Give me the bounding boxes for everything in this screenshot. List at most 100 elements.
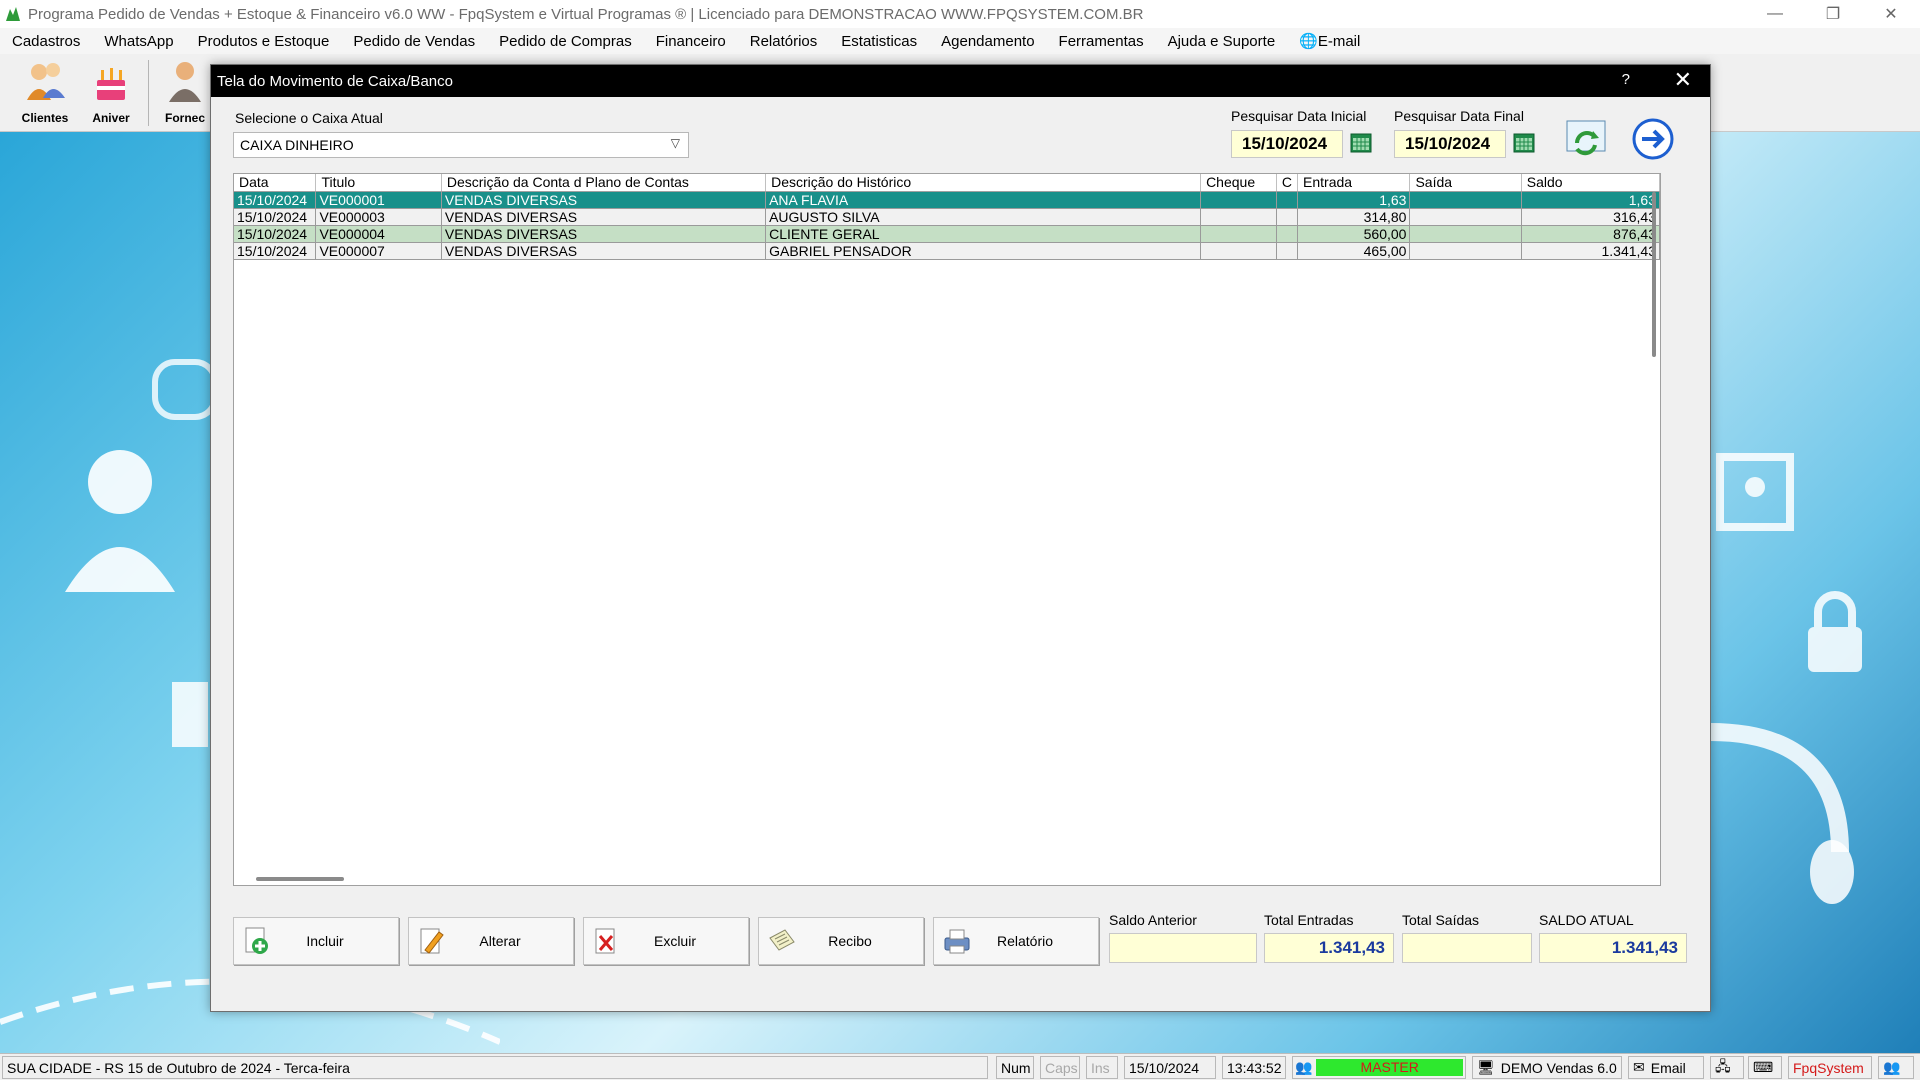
calendar-icon [172,682,208,747]
data-inicial-label: Pesquisar Data Inicial [1231,108,1367,124]
padlock-icon [1808,591,1862,672]
status-email[interactable]: ✉ Email [1628,1056,1704,1079]
cell-entrada: 1,63 [1297,191,1411,209]
users-icon[interactable]: 👥 [1878,1056,1914,1079]
vertical-scrollbar[interactable] [1652,192,1656,357]
arrow-right-icon[interactable] [1631,117,1675,161]
menu-ferramentas[interactable]: Ferramentas [1047,33,1156,50]
status-version: 🖥 DEMO Vendas 6.0 [1472,1056,1622,1079]
col-header-cheque[interactable]: Cheque [1200,174,1277,192]
network-icon[interactable]: 🖧 [1710,1056,1744,1079]
cell-titulo: VE000001 [315,191,442,209]
relatorio-button[interactable]: Relatório [933,917,1099,965]
cell-historico: ANA FLAVIA [765,191,1202,209]
cell-saldo: 876,43 [1521,225,1660,243]
col-header-conta[interactable]: Descrição da Conta d Plano de Contas [441,174,767,192]
photo-frame-icon [1716,453,1794,531]
table-row[interactable]: 15/10/2024 VE000007 VENDAS DIVERSAS GABR… [234,242,1660,260]
excluir-button[interactable]: Excluir [583,917,749,965]
alterar-button[interactable]: Alterar [408,917,574,965]
email-icon: ✉ [1633,1059,1645,1075]
cell-saldo: 1,63 [1521,191,1660,209]
cell-entrada: 560,00 [1297,225,1411,243]
status-bar: SUA CIDADE - RS 15 de Outubro de 2024 - … [0,1053,1920,1080]
menu-cadastros[interactable]: Cadastros [0,33,92,50]
chevron-down-icon: ▽ [670,136,680,150]
col-header-c[interactable]: C [1276,174,1299,192]
menu-bar: Cadastros WhatsApp Produtos e Estoque Pe… [0,28,1920,54]
menu-pedido-vendas[interactable]: Pedido de Vendas [341,33,487,50]
cash-movement-dialog: Tela do Movimento de Caixa/Banco ? ✕ Sel… [210,64,1711,1012]
recibo-button[interactable]: Recibo [758,917,924,965]
restore-icon[interactable]: ❐ [1804,0,1862,28]
toolbar-aniver-button[interactable]: Aniver [78,58,144,130]
cell-historico: AUGUSTO SILVA [765,208,1202,226]
user-silhouette-icon [65,450,175,592]
cell-c [1276,191,1299,209]
col-header-saida[interactable]: Saída [1409,174,1522,192]
incluir-button[interactable]: Incluir [233,917,399,965]
data-final-label: Pesquisar Data Final [1394,108,1524,124]
menu-financeiro[interactable]: Financeiro [644,33,738,50]
cell-conta: VENDAS DIVERSAS [441,208,767,226]
toolbar-fornec-button[interactable]: Fornec [152,58,218,130]
refresh-icon[interactable] [1565,119,1607,161]
toolbar-separator [148,60,149,126]
menu-email[interactable]: 🌐E-mail [1287,32,1372,50]
status-caps: Caps [1040,1056,1080,1079]
status-brand: FpqSystem [1788,1056,1872,1079]
cell-saida [1409,208,1522,226]
col-header-data[interactable]: Data [234,174,317,192]
status-num: Num [996,1056,1034,1079]
cell-conta: VENDAS DIVERSAS [441,242,767,260]
cell-saldo: 1.341,43 [1521,242,1660,260]
table-row[interactable]: 15/10/2024 VE000001 VENDAS DIVERSAS ANA … [234,191,1660,209]
calendar-inicial-icon[interactable] [1350,133,1372,153]
col-header-saldo[interactable]: Saldo [1521,174,1660,192]
menu-estatisticas[interactable]: Estatisticas [829,33,929,50]
cell-saida [1409,191,1522,209]
close-window-icon[interactable]: ✕ [1862,0,1920,28]
toolbar-clientes-button[interactable]: Clientes [12,58,78,130]
horizontal-scrollbar[interactable] [256,877,344,881]
data-inicial-field[interactable]: 15/10/2024 [1231,130,1343,158]
col-header-historico[interactable]: Descrição do Histórico [765,174,1202,192]
saldo-anterior-label: Saldo Anterior [1109,912,1197,928]
status-time: 13:43:52 [1222,1056,1286,1079]
menu-pedido-compras[interactable]: Pedido de Compras [487,33,644,50]
cell-saida [1409,242,1522,260]
table-row[interactable]: 15/10/2024 VE000004 VENDAS DIVERSAS CLIE… [234,225,1660,243]
delete-icon [595,928,615,954]
menu-ajuda-suporte[interactable]: Ajuda e Suporte [1156,33,1288,50]
menu-relatorios[interactable]: Relatórios [738,33,830,50]
total-saidas-label: Total Saídas [1402,912,1480,928]
menu-agendamento[interactable]: Agendamento [929,33,1046,50]
cell-c [1276,208,1299,226]
cell-cheque [1200,208,1277,226]
dialog-close-button[interactable]: ✕ [1674,67,1692,93]
col-header-titulo[interactable]: Titulo [315,174,442,192]
cell-data: 15/10/2024 [234,225,317,243]
table-row[interactable]: 15/10/2024 VE000003 VENDAS DIVERSAS AUGU… [234,208,1660,226]
cell-cheque [1200,242,1277,260]
calendar-final-icon[interactable] [1513,133,1535,153]
menu-whatsapp[interactable]: WhatsApp [92,33,185,50]
data-final-field[interactable]: 15/10/2024 [1394,130,1506,158]
window-title: Programa Pedido de Vendas + Estoque & Fi… [28,5,1144,23]
user-icon: 👥 [1295,1059,1313,1075]
add-document-icon [245,927,268,954]
edit-pencil-icon [420,928,444,954]
cell-titulo: VE000003 [315,208,442,226]
col-header-entrada[interactable]: Entrada [1297,174,1411,192]
saldo-atual-label: SALDO ATUAL [1539,912,1634,928]
caixa-select[interactable]: CAIXA DINHEIRO ▽ [233,132,689,158]
cell-cheque [1200,225,1277,243]
caixa-label: Selecione o Caixa Atual [235,110,383,126]
menu-produtos-estoque[interactable]: Produtos e Estoque [186,33,342,50]
cell-saida [1409,225,1522,243]
minimize-icon[interactable]: — [1746,0,1804,28]
email-globe-icon: 🌐 [1299,33,1318,50]
help-button[interactable]: ? [1622,71,1630,88]
movement-grid[interactable]: Data Titulo Descrição da Conta d Plano d… [233,173,1661,886]
keyboard-icon[interactable]: ⌨ [1748,1056,1782,1079]
